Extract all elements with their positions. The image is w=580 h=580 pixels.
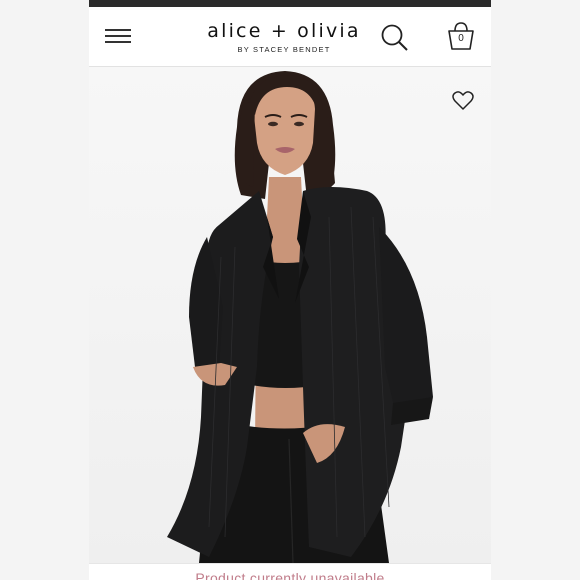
shopping-bag-icon[interactable]: 0: [443, 19, 479, 55]
product-page: alice + olivia BY STACEY BENDET 0 Produc…: [89, 0, 491, 580]
product-image[interactable]: [89, 67, 491, 563]
heart-icon[interactable]: [452, 91, 474, 111]
site-header: alice + olivia BY STACEY BENDET 0: [89, 7, 491, 67]
search-icon[interactable]: [378, 21, 412, 55]
top-status-bar: [89, 0, 491, 7]
brand-tagline: BY STACEY BENDET: [237, 45, 331, 54]
cart-count: 0: [458, 33, 464, 44]
model-illustration: [167, 71, 433, 563]
brand-logo[interactable]: alice + olivia BY STACEY BENDET: [199, 20, 369, 54]
availability-bar: Product currently unavailable: [89, 563, 491, 580]
availability-status: Product currently unavailable: [195, 570, 385, 580]
hamburger-menu-icon[interactable]: [103, 25, 133, 47]
brand-name: alice + olivia: [207, 20, 361, 42]
